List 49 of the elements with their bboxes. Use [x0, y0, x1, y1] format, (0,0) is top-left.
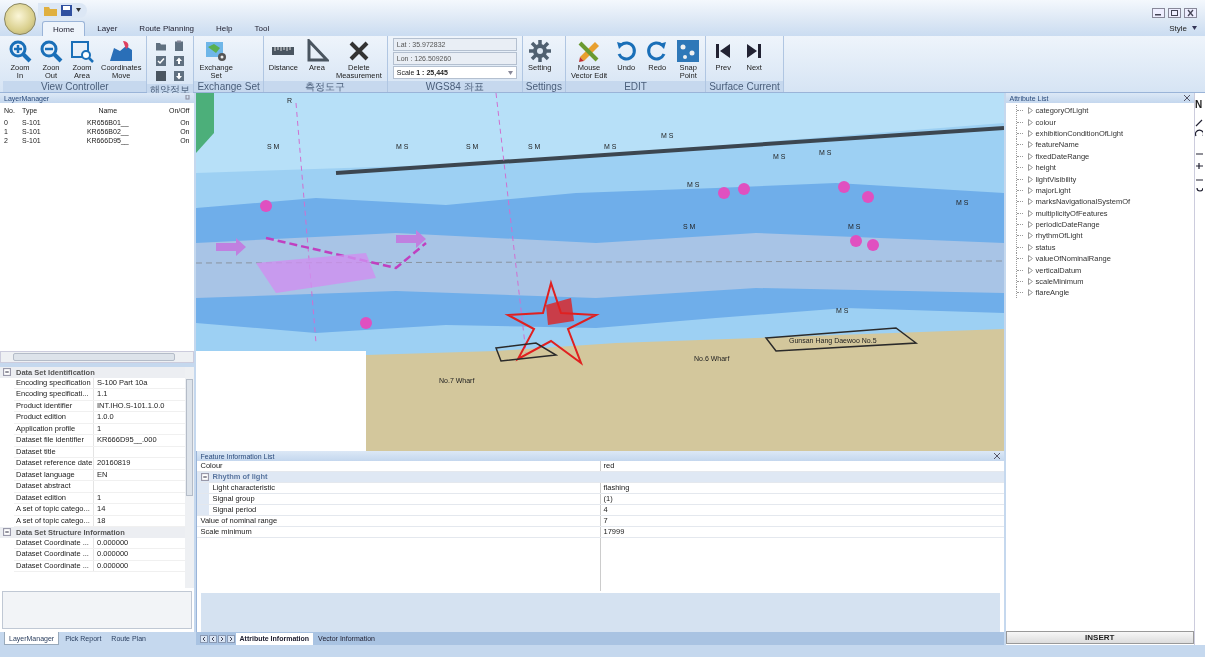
group-title: EDIT [565, 81, 706, 92]
square-icon [155, 70, 168, 82]
vertical-scrollbar[interactable] [184, 367, 194, 588]
caret-icon [507, 70, 513, 75]
navigation-arrow-icon[interactable] [199, 634, 208, 643]
horizontal-scrollbar[interactable] [0, 351, 194, 363]
ribbon-tab[interactable]: Tool [244, 21, 280, 36]
close-icon[interactable] [993, 453, 1000, 459]
insert-button[interactable]: INSERT [1005, 631, 1194, 644]
upload-icon [173, 55, 186, 67]
save-icon[interactable] [61, 4, 72, 16]
ribbon-tab[interactable]: Layer [87, 21, 128, 36]
clipboard-icon [173, 40, 186, 52]
pencil-ruler-icon [577, 39, 602, 63]
close-icon[interactable] [1184, 8, 1197, 18]
zoom-out-icon [39, 39, 63, 63]
settings-icon [527, 39, 552, 63]
group-title: Surface Current [706, 81, 783, 92]
zoom-area-icon [70, 39, 94, 63]
group-title: Settings [522, 81, 565, 92]
undo-icon [614, 39, 639, 63]
caret-icon [1192, 26, 1197, 30]
globe-gear-icon [204, 39, 229, 63]
group-title: 측정도구 [263, 81, 387, 92]
ribbon-tab[interactable]: Route Planning [129, 21, 205, 36]
checkbox-icon [155, 55, 168, 67]
close-icon[interactable] [1184, 95, 1190, 101]
group-title: View Controller [3, 81, 147, 92]
navigation-arrow-icon[interactable] [217, 634, 226, 643]
zoom-in-icon [8, 39, 32, 63]
folder-icon[interactable] [44, 4, 57, 16]
ribbon-tab[interactable]: Help [206, 21, 243, 36]
dropdown-icon[interactable] [76, 8, 81, 12]
folder-icon [155, 40, 168, 52]
restore-icon[interactable] [1168, 8, 1181, 18]
snap-point-icon [676, 39, 701, 63]
style-menu[interactable]: Style [1169, 23, 1187, 33]
collapse-icon[interactable] [200, 473, 209, 481]
minimize-icon[interactable] [1152, 8, 1165, 18]
group-title: Exchange Set [194, 81, 263, 92]
group-title: WGS84 좌표 [387, 81, 522, 92]
collapse-icon[interactable] [3, 368, 11, 377]
navigation-arrow-icon[interactable] [226, 634, 235, 643]
collapse-icon[interactable] [3, 528, 11, 537]
app-menu-button[interactable] [4, 3, 36, 35]
panel-title: N [1195, 99, 1203, 110]
download-icon [173, 70, 186, 82]
ribbon-tab[interactable]: Home [42, 21, 86, 36]
navigation-arrow-icon[interactable] [208, 634, 217, 643]
